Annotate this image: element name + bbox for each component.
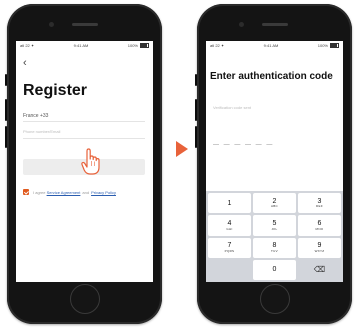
keypad-key-1[interactable]: 1 (208, 193, 251, 214)
volume-down-button (5, 126, 7, 148)
status-time: 9:41 AM (263, 43, 279, 48)
privacy-policy-link[interactable]: Privacy Policy (91, 190, 116, 195)
key-letters: JKL (271, 226, 278, 231)
front-camera (49, 22, 54, 27)
key-letters: TUV (271, 248, 278, 253)
keypad-key-2[interactable]: 2 ABC (253, 193, 296, 214)
volume-up-button (195, 99, 197, 121)
back-chevron-icon[interactable]: ‹ (23, 58, 27, 69)
earpiece (261, 23, 288, 26)
numeric-keypad: 1 2 ABC 3 DEF 4 GHI 5 JKL 6 MNO 7 PQRS 8 TUV 9 WXYZ 0 ⌫ (206, 191, 343, 282)
battery-icon (329, 43, 339, 48)
carrier-signal: atl 22 ✦ (210, 43, 225, 48)
phone-frame-left: atl 22 ✦ 9:41 AM 100% ‹ Register France … (5, 4, 162, 324)
battery-status: 100% (318, 43, 339, 48)
earpiece (71, 23, 98, 26)
status-bar: atl 22 ✦ 9:41 AM 100% (20, 42, 149, 49)
agreement-row: I agree Service Agreement and Privacy Po… (23, 189, 116, 195)
country-selector[interactable]: France +33 (23, 113, 48, 119)
keypad-key-3[interactable]: 3 DEF (298, 193, 341, 214)
keypad-key-delete[interactable]: ⌫ (298, 260, 341, 280)
carrier-signal: atl 22 ✦ (20, 43, 35, 48)
phone-frame-right: atl 22 ✦ 9:41 AM 100% Enter authenticati… (195, 4, 352, 324)
front-camera (239, 22, 244, 27)
volume-down-button (195, 126, 197, 148)
key-letters: GHI (226, 226, 233, 231)
register-screen: atl 22 ✦ 9:41 AM 100% ‹ Register France … (16, 41, 153, 282)
country-divider (23, 121, 145, 122)
key-digit: 1 (227, 199, 232, 207)
home-button[interactable] (259, 284, 290, 314)
status-time: 9:41 AM (73, 43, 89, 48)
key-letters: MNO (315, 226, 324, 231)
keypad-key-4[interactable]: 4 GHI (208, 215, 251, 236)
input-underline (23, 138, 145, 139)
page-title: Enter authentication code (210, 71, 333, 82)
keypad-key-9[interactable]: 9 WXYZ (298, 237, 341, 258)
keypad-key-5[interactable]: 5 JKL (253, 215, 296, 236)
battery-icon (139, 43, 149, 48)
status-bar: atl 22 ✦ 9:41 AM 100% (210, 42, 339, 49)
volume-up-button (5, 99, 7, 121)
battery-status: 100% (128, 43, 149, 48)
home-button[interactable] (69, 284, 100, 314)
agree-separator: and (82, 189, 90, 195)
next-step-arrow-icon (176, 141, 188, 157)
battery-percent: 100% (127, 43, 138, 48)
backspace-icon: ⌫ (313, 264, 326, 274)
keypad-key-6[interactable]: 6 MNO (298, 215, 341, 236)
keypad-key-0[interactable]: 0 (253, 259, 296, 280)
mute-switch (195, 74, 197, 86)
mute-switch (5, 74, 7, 86)
hand-pointer-icon (81, 148, 100, 175)
key-letters: PQRS (224, 248, 235, 253)
agree-prefix: I agree (33, 189, 46, 195)
keypad-key-7[interactable]: 7 PQRS (208, 237, 251, 258)
agree-checkbox[interactable] (23, 189, 29, 195)
battery-percent: 100% (317, 43, 328, 48)
key-letters: DEF (316, 204, 323, 209)
key-letters: WXYZ (314, 248, 325, 253)
key-letters: ABC (270, 204, 279, 209)
code-sent-hint: Verification code sent (213, 105, 252, 110)
keypad-key-blank (208, 260, 251, 280)
verification-screen: atl 22 ✦ 9:41 AM 100% Enter authenticati… (206, 41, 343, 282)
keypad-key-8[interactable]: 8 TUV (253, 237, 296, 258)
account-input[interactable]: Phone number/Email (23, 129, 60, 134)
code-input[interactable]: — — — — — — (213, 142, 274, 148)
page-title: Register (23, 82, 88, 99)
service-agreement-link[interactable]: Service Agreement (47, 190, 81, 195)
key-digit: 0 (272, 266, 277, 274)
